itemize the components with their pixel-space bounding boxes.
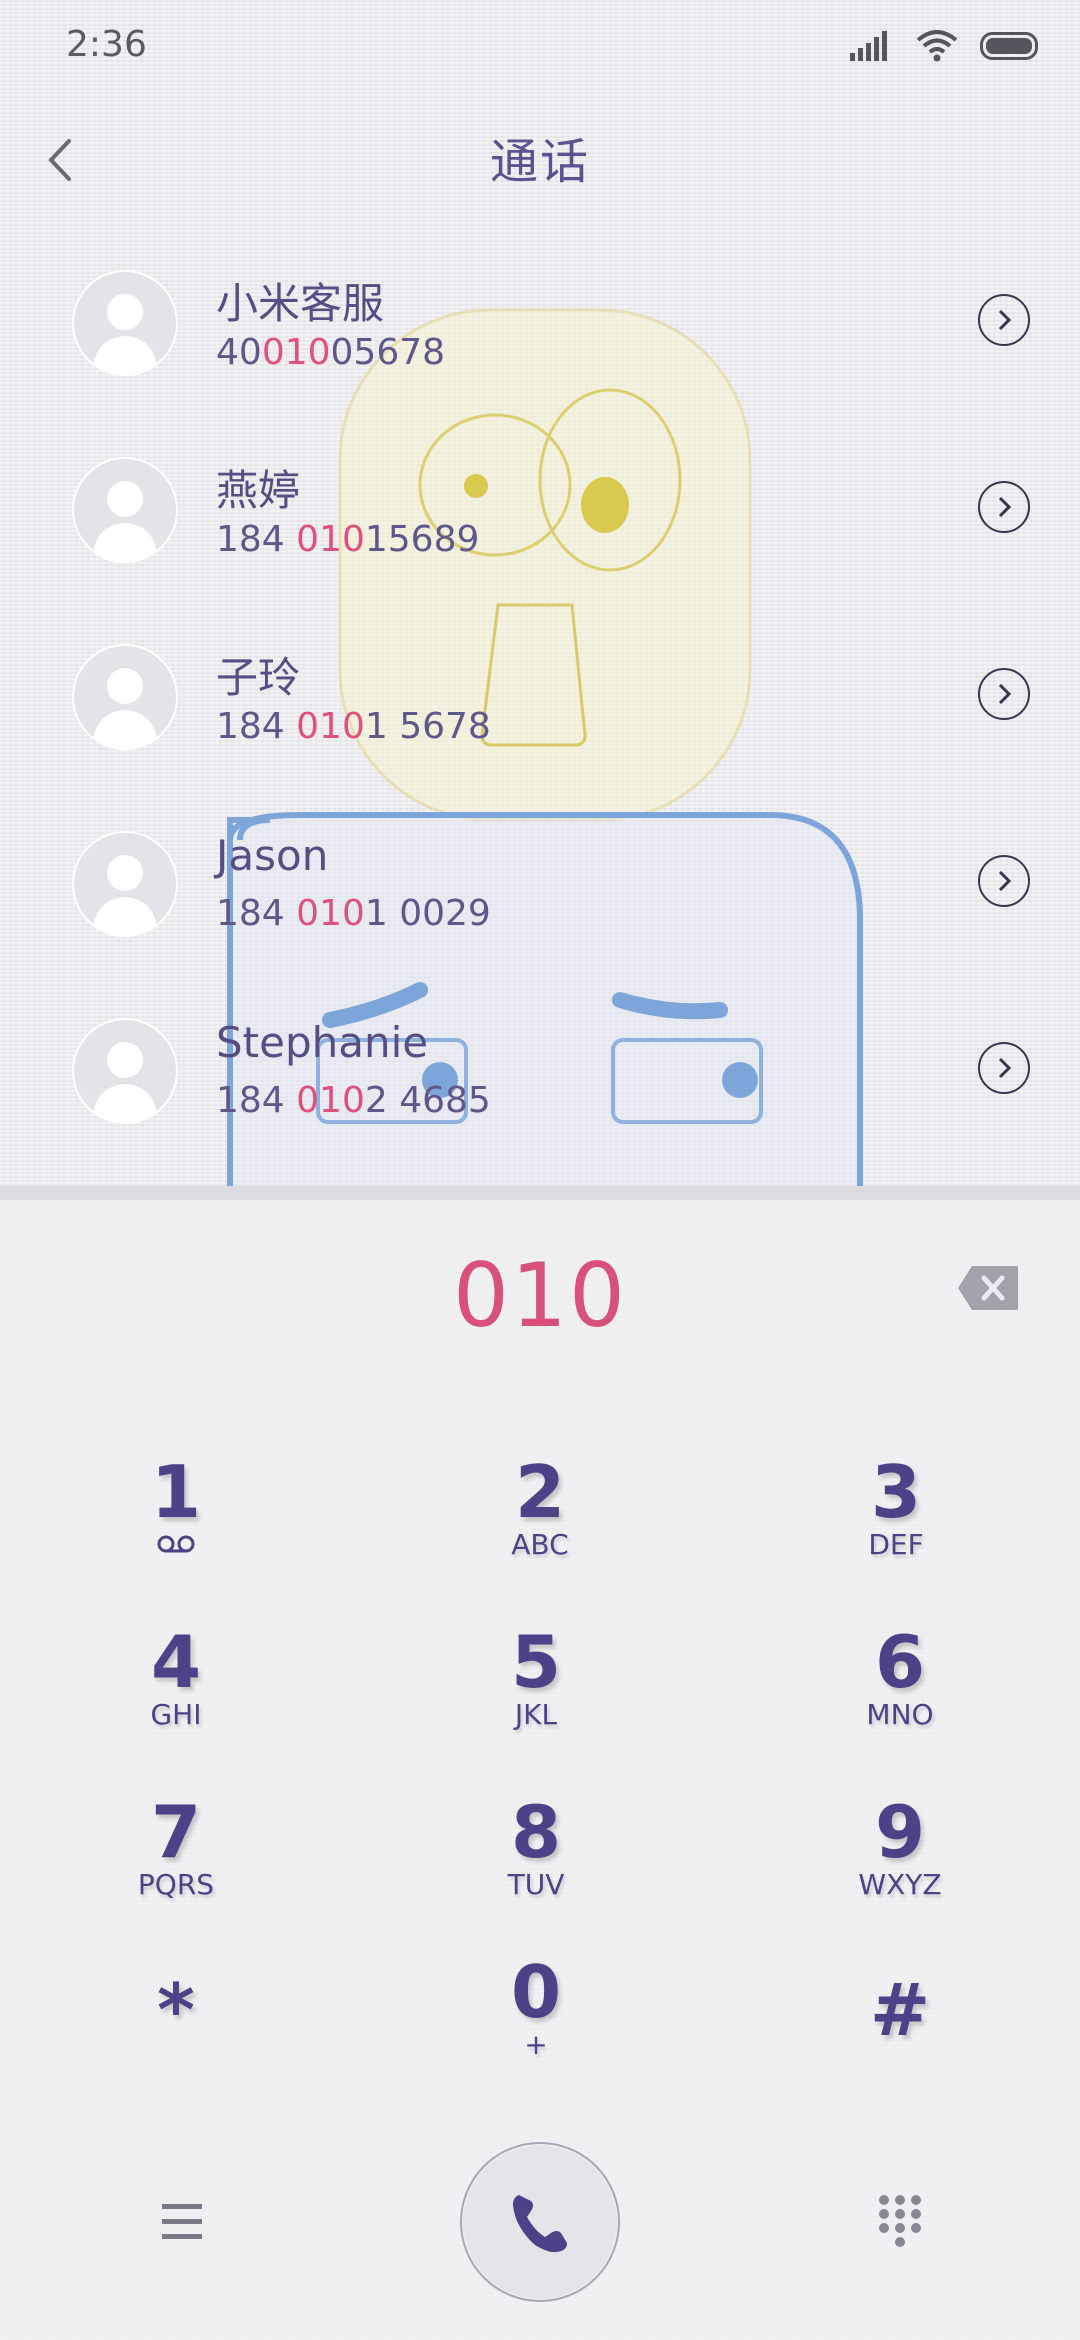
contact-detail-button[interactable] <box>978 855 1030 907</box>
menu-button[interactable] <box>150 2196 214 2248</box>
key-digit: 9 <box>874 1790 926 1874</box>
contact-detail-button[interactable] <box>978 668 1030 720</box>
key-letters: TUV <box>507 1868 565 1901</box>
backspace-button[interactable] <box>956 1264 1020 1312</box>
status-time: 2:36 <box>66 24 147 65</box>
contact-number: 184 01015689 <box>216 519 480 560</box>
dialpad-grid-icon <box>879 2195 921 2247</box>
key-5[interactable]: 5 JKL <box>416 1622 656 1772</box>
status-bar: 2:36 <box>0 0 1080 100</box>
contact-name: 燕婷 <box>216 466 301 515</box>
key-3[interactable]: 3 DEF <box>776 1452 1016 1602</box>
dialpad-toggle-button[interactable] <box>870 2190 930 2250</box>
contact-detail-button[interactable] <box>978 294 1030 346</box>
key-4[interactable]: 4 GHI <box>56 1622 296 1772</box>
contact-number: 184 0101 5678 <box>216 706 491 747</box>
phone-icon <box>513 2195 567 2253</box>
key-star[interactable]: * <box>56 1970 296 2120</box>
contact-number: 4001005678 <box>216 332 446 373</box>
key-letters: GHI <box>150 1698 202 1731</box>
dialed-number-display: 010 <box>453 1244 627 1347</box>
key-digit: 0 <box>510 1950 562 2034</box>
key-letters: JKL <box>514 1698 558 1731</box>
voicemail-icon <box>56 1530 296 1560</box>
key-6[interactable]: 6 MNO <box>780 1622 1020 1772</box>
contact-number: 184 0101 0029 <box>216 893 491 934</box>
key-digit: 3 <box>870 1450 922 1534</box>
key-letters: WXYZ <box>858 1868 942 1901</box>
key-digit: 6 <box>874 1620 926 1704</box>
key-digit: 7 <box>150 1790 202 1874</box>
key-digit: 8 <box>510 1790 562 1874</box>
contact-name: Jason <box>216 831 329 880</box>
contact-detail-button[interactable] <box>978 1042 1030 1094</box>
contact-number: 184 0102 4685 <box>216 1080 491 1121</box>
key-digit: 4 <box>150 1620 202 1704</box>
menu-icon <box>162 2204 202 2239</box>
header: 通话 <box>0 100 1080 210</box>
avatar <box>72 270 178 376</box>
backspace-icon <box>958 1266 1018 1310</box>
contact-row[interactable]: Stephanie 184 0102 4685 <box>0 998 1080 1185</box>
contact-detail-button[interactable] <box>978 481 1030 533</box>
key-hash[interactable]: # <box>780 1970 1020 2120</box>
detail-chevron-icon <box>998 870 1012 892</box>
key-letters: ABC <box>511 1528 569 1561</box>
key-digit: 5 <box>510 1620 562 1704</box>
divider <box>0 1186 1080 1200</box>
key-digit: 2 <box>514 1450 566 1534</box>
contact-name: 小米客服 <box>216 279 385 328</box>
avatar <box>72 457 178 563</box>
detail-chevron-icon <box>998 309 1012 331</box>
contact-name: 子玲 <box>216 653 301 702</box>
detail-chevron-icon <box>998 683 1012 705</box>
status-icons <box>850 30 1040 62</box>
key-letters: PQRS <box>137 1868 215 1901</box>
call-button[interactable] <box>460 2142 620 2302</box>
key-letters: + <box>524 2028 548 2061</box>
page-title: 通话 <box>489 134 590 190</box>
key-letters: DEF <box>868 1528 924 1561</box>
detail-chevron-icon <box>998 496 1012 518</box>
key-digit: 1 <box>150 1450 202 1534</box>
key-letters: MNO <box>866 1698 934 1731</box>
key-0[interactable]: 0 + <box>416 1952 656 2102</box>
avatar <box>72 1018 178 1124</box>
wifi-icon <box>916 30 958 62</box>
detail-chevron-icon <box>998 1057 1012 1079</box>
key-digit: # <box>869 1968 931 2052</box>
battery-icon <box>980 32 1038 60</box>
contact-row[interactable]: Jason 184 0101 0029 <box>0 811 1080 998</box>
signal-icon <box>850 31 887 61</box>
contact-row[interactable]: 燕婷 184 01015689 <box>0 437 1080 624</box>
key-1[interactable]: 1 <box>56 1452 296 1602</box>
contact-row[interactable]: 小米客服 4001005678 <box>0 250 1080 437</box>
key-8[interactable]: 8 TUV <box>416 1792 656 1942</box>
contact-name: Stephanie <box>216 1018 429 1067</box>
key-9[interactable]: 9 WXYZ <box>780 1792 1020 1942</box>
avatar <box>72 831 178 937</box>
contact-row[interactable]: 子玲 184 0101 5678 <box>0 624 1080 811</box>
key-digit: * <box>157 1968 195 2052</box>
key-7[interactable]: 7 PQRS <box>56 1792 296 1942</box>
key-2[interactable]: 2 ABC <box>420 1452 660 1602</box>
avatar <box>72 644 178 750</box>
